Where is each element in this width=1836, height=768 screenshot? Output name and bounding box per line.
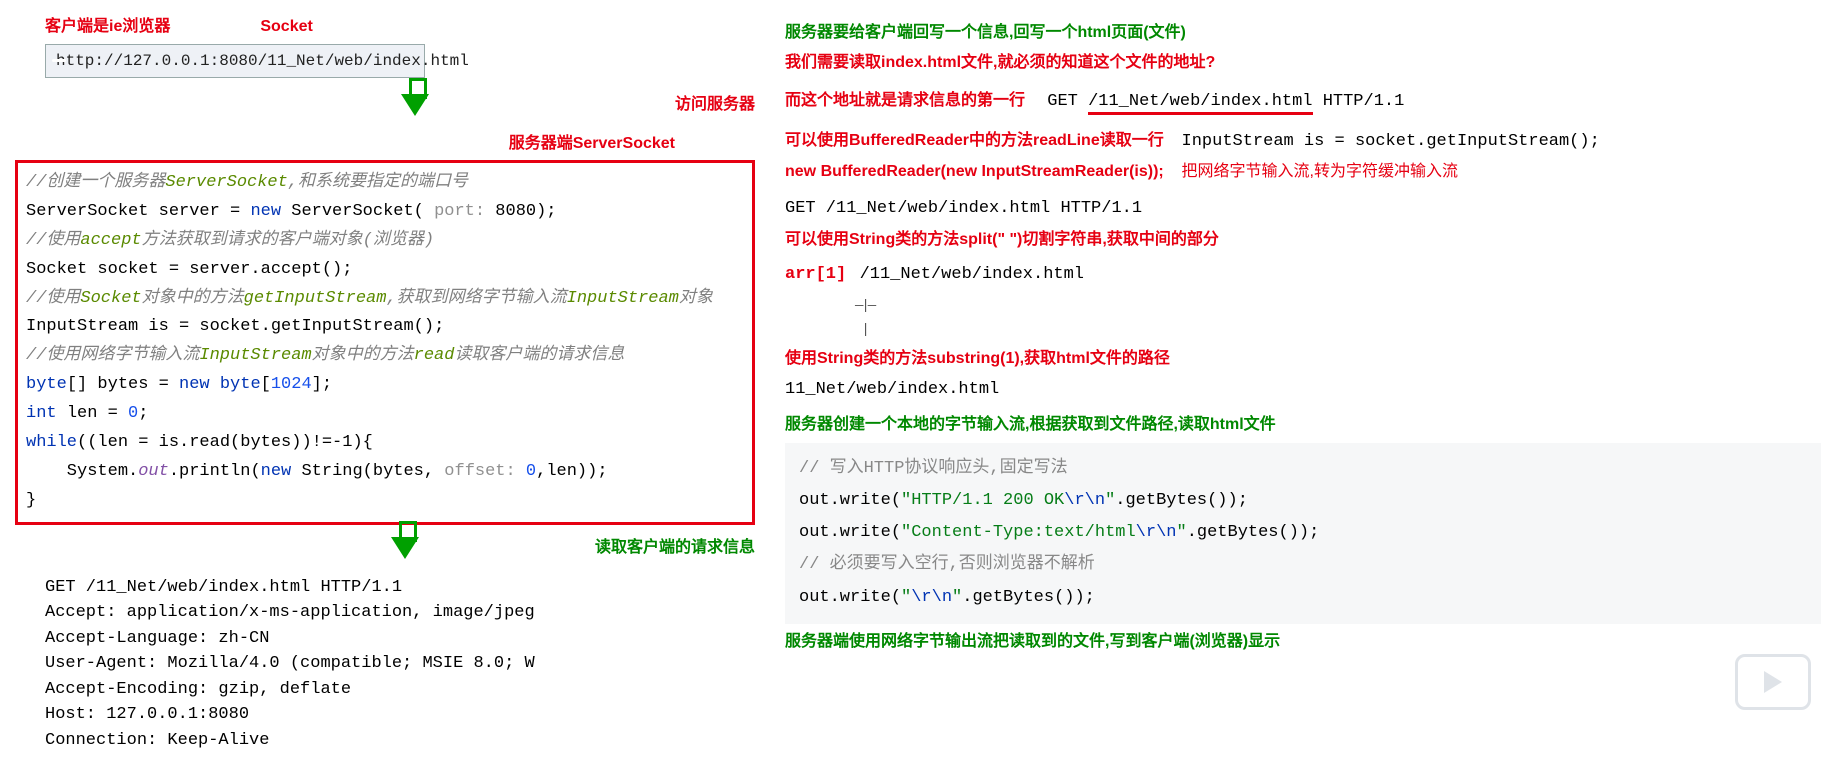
right-column: 服务器要给客户端回写一个信息,回写一个html页面(文件) 我们需要读取inde…: [755, 15, 1821, 753]
url-bar[interactable]: http://127.0.0.1:8080/11_Net/web/index.h…: [45, 44, 425, 78]
arrow-down-icon: [391, 537, 419, 559]
r4b: InputStream is = socket.getInputStream()…: [1182, 132, 1600, 151]
c2-l5: out.write("\r\n".getBytes());: [799, 582, 1807, 614]
r11: 服务器创建一个本地的字节输入流,根据获取到文件路径,读取html文件: [785, 413, 1821, 437]
c2-l4: // 必须要写入空行,否则浏览器不解析: [799, 549, 1807, 581]
r10: 11_Net/web/index.html: [785, 377, 1821, 403]
arrow-access: 访问服务器: [175, 88, 755, 122]
server-code: //创建一个服务器ServerSocket,和系统要指定的端口号 ServerS…: [26, 169, 744, 516]
label-access: 访问服务器: [675, 93, 755, 117]
r4: 可以使用BufferedReader中的方法readLine读取一行 Input…: [785, 129, 1821, 155]
top-labels: 客户端是ie浏览器 Socket: [15, 15, 755, 39]
r8: arr[1] /11_Net/web/index.html: [785, 262, 1821, 288]
c2-l2: out.write("HTTP/1.1 200 OK\r\n".getBytes…: [799, 485, 1807, 517]
r3a: 而这个地址就是请求信息的第一行: [785, 92, 1025, 109]
r2: 我们需要读取index.html文件,就必须的知道这个文件的地址?: [785, 51, 1821, 75]
c2-l3: out.write("Content-Type:text/html\r\n".g…: [799, 517, 1807, 549]
r12: 服务器端使用网络字节输出流把读取到的文件,写到客户端(浏览器)显示: [785, 630, 1821, 654]
r4a: 可以使用BufferedReader中的方法readLine读取一行: [785, 132, 1164, 149]
r5b: 把网络字节输入流,转为字符缓冲输入流: [1182, 163, 1458, 180]
r5a: new BufferedReader(new InputStreamReader…: [785, 163, 1164, 180]
url-text: http://127.0.0.1:8080/11_Net/web/index.h…: [56, 49, 469, 73]
r9: 使用String类的方法substring(1),获取html文件的路径: [785, 347, 1821, 371]
http-request-dump: GET /11_Net/web/index.html HTTP/1.1 Acce…: [45, 575, 755, 754]
left-column: 客户端是ie浏览器 Socket http://127.0.0.1:8080/1…: [15, 15, 755, 753]
label-socket: Socket: [260, 15, 312, 39]
arrow-read: 读取客户端的请求信息: [235, 531, 755, 565]
r7: 可以使用String类的方法split(" ")切割字符串,获取中间的部分: [785, 228, 1821, 252]
r3-code: GET /11_Net/web/index.html HTTP/1.1: [1047, 92, 1404, 115]
label-client: 客户端是ie浏览器: [45, 15, 170, 39]
r3: 而这个地址就是请求信息的第一行 GET /11_Net/web/index.ht…: [785, 89, 1821, 115]
response-code-box: // 写入HTTP协议响应头,固定写法 out.write("HTTP/1.1 …: [785, 443, 1821, 624]
r1: 服务器要给客户端回写一个信息,回写一个html页面(文件): [785, 21, 1821, 45]
r5: new BufferedReader(new InputStreamReader…: [785, 160, 1821, 184]
arrow-down-icon: [401, 94, 429, 116]
r8b: /11_Net/web/index.html: [860, 265, 1084, 284]
r6: GET /11_Net/web/index.html HTTP/1.1: [785, 196, 1821, 222]
server-code-box: //创建一个服务器ServerSocket,和系统要指定的端口号 ServerS…: [15, 160, 755, 525]
c2-l1: // 写入HTTP协议响应头,固定写法: [799, 453, 1807, 485]
label-read: 读取客户端的请求信息: [595, 536, 755, 560]
label-server: 服务器端ServerSocket: [509, 135, 675, 152]
cursor: —|— |: [855, 293, 1821, 341]
play-icon[interactable]: [1735, 654, 1811, 710]
r8a: arr[1]: [785, 265, 846, 284]
label-server-wrap: 服务器端ServerSocket: [15, 132, 755, 156]
